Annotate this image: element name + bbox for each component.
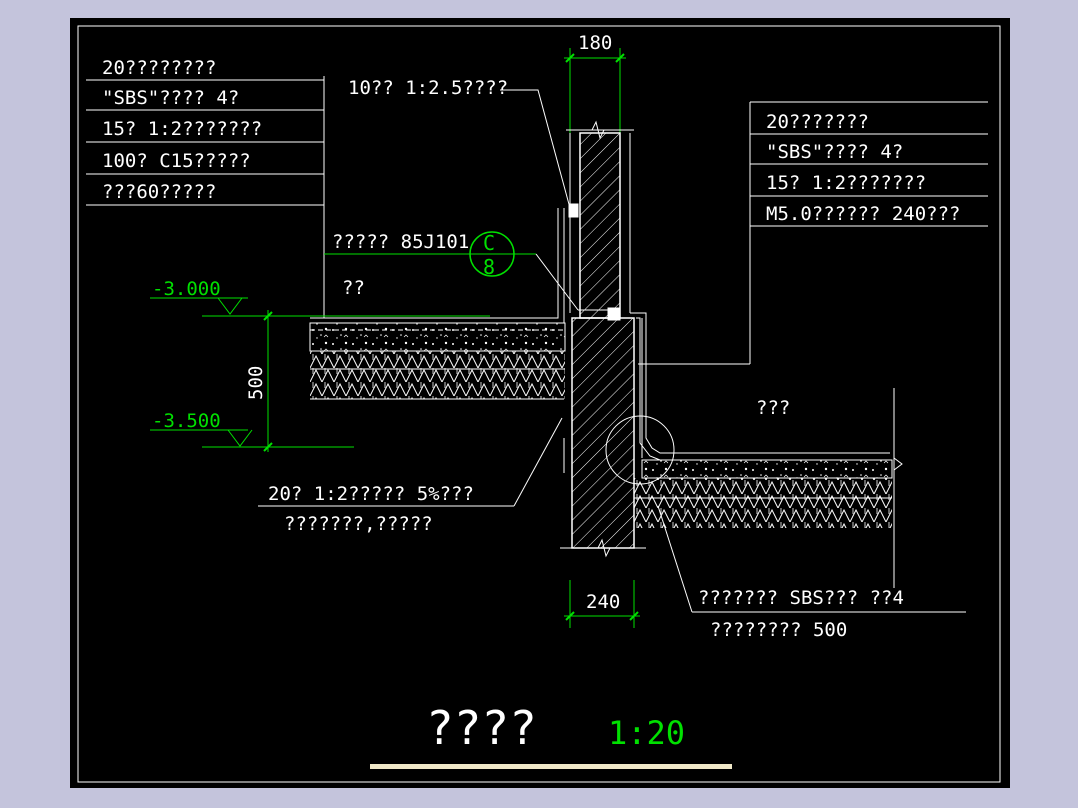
bottom-left-line1: 20? 1:2????? 5%??? xyxy=(268,483,474,505)
detail-reference: ????? 85J101 C 8 xyxy=(324,231,610,311)
top-note-text: 10?? 1:2.5???? xyxy=(348,77,508,99)
dim-500: 500 xyxy=(245,310,273,452)
bottom-left-note: 20? 1:2????? 5%??? ???????,????? xyxy=(258,417,563,535)
scale-text: 1:20 xyxy=(608,714,685,752)
detail-circle-top: C xyxy=(483,231,495,255)
detail-ref-text: ????? 85J101 xyxy=(332,231,469,253)
right-layer-4: M5.0?????? 240??? xyxy=(766,203,960,225)
lower-room-label: ??? xyxy=(756,397,790,419)
title-text: ???? xyxy=(426,701,537,755)
cad-viewport[interactable]: 20???????? "SBS"???? 4? 15? 1:2??????? 1… xyxy=(70,18,1010,788)
right-layer-2: "SBS"???? 4? xyxy=(766,141,903,163)
left-layer-4: 100? C15????? xyxy=(102,150,251,172)
bottom-right-line2: ???????? 500 xyxy=(710,619,847,641)
drawing-title: ???? 1:20 xyxy=(370,701,732,769)
upper-slab xyxy=(309,322,566,400)
right-layer-1: 20??????? xyxy=(766,111,869,133)
title-underline xyxy=(370,764,732,769)
bottom-left-line2: ???????,????? xyxy=(284,513,433,535)
dim-top-180: 180 xyxy=(564,32,626,133)
elevation-upper-label: -3.000 xyxy=(152,278,221,300)
bottom-right-line1: ??????? SBS??? ??4 xyxy=(698,587,904,609)
left-layer-1: 20???????? xyxy=(102,57,216,79)
left-layer-5: ???60????? xyxy=(102,181,216,203)
elevation-lower: -3.500 xyxy=(150,410,354,448)
detail-circle-bottom: 8 xyxy=(483,255,495,279)
lower-wall xyxy=(560,312,646,558)
upper-wall xyxy=(566,120,634,319)
elevation-upper: -3.000 xyxy=(150,278,490,317)
upper-room-label: ?? xyxy=(342,277,365,299)
top-note: 10?? 1:2.5???? xyxy=(348,77,571,209)
left-layer-3: 15? 1:2??????? xyxy=(102,118,262,140)
dim-bottom-240: 240 xyxy=(564,580,640,628)
right-layer-table: 20??????? "SBS"???? 4? 15? 1:2??????? M5… xyxy=(638,101,988,365)
dim-500-label: 500 xyxy=(245,366,267,400)
detail-drawing: 20???????? "SBS"???? 4? 15? 1:2??????? 1… xyxy=(77,25,1001,783)
dim-240-label: 240 xyxy=(586,591,620,613)
dim-180-label: 180 xyxy=(578,32,612,54)
right-layer-3: 15? 1:2??????? xyxy=(766,172,926,194)
left-layer-2: "SBS"???? 4? xyxy=(102,87,239,109)
elevation-lower-label: -3.500 xyxy=(152,410,221,432)
